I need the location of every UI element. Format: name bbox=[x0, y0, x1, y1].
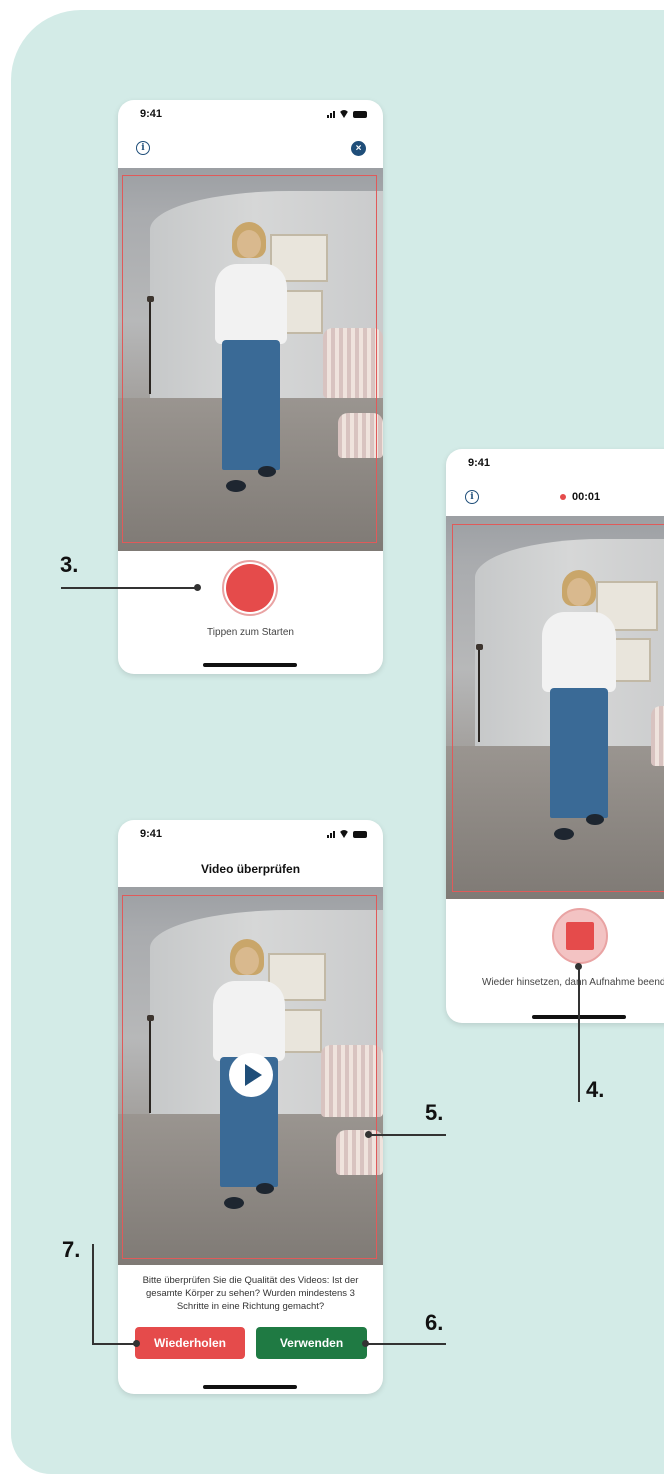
status-icons bbox=[327, 110, 367, 118]
play-button[interactable] bbox=[229, 1053, 273, 1097]
retry-button[interactable]: Wiederholen bbox=[135, 1327, 245, 1359]
video-preview[interactable] bbox=[118, 887, 383, 1265]
battery-icon bbox=[353, 830, 367, 838]
record-button-inner bbox=[226, 564, 274, 612]
callout-step-4: 4. bbox=[586, 1077, 605, 1102]
camera-preview bbox=[118, 168, 383, 551]
home-indicator bbox=[203, 663, 297, 667]
status-icons bbox=[327, 830, 367, 838]
framing-guide bbox=[122, 175, 377, 543]
callout-line-7-horizontal bbox=[92, 1343, 139, 1345]
status-bar: 9:41 bbox=[118, 820, 383, 850]
info-icon[interactable]: i bbox=[136, 141, 150, 155]
signal-icon bbox=[327, 830, 335, 838]
framing-guide bbox=[452, 524, 664, 892]
stop-caption: Wieder hinsetzen, dann Aufnahme beend bbox=[482, 977, 664, 988]
recording-dot-icon bbox=[560, 494, 566, 500]
callout-line-5 bbox=[369, 1134, 446, 1136]
use-button[interactable]: Verwenden bbox=[256, 1327, 367, 1359]
callout-dot-3 bbox=[194, 584, 201, 591]
review-prompt: Bitte überprüfen Sie die Qualität des Vi… bbox=[142, 1275, 359, 1312]
callout-step-5: 5. bbox=[425, 1100, 444, 1125]
info-icon[interactable]: i bbox=[465, 490, 479, 504]
callout-line-7-vertical bbox=[92, 1244, 94, 1344]
wifi-icon bbox=[339, 830, 349, 838]
stop-button[interactable] bbox=[552, 908, 608, 964]
record-button[interactable] bbox=[222, 560, 278, 616]
timer-text: 00:01 bbox=[572, 491, 601, 503]
callout-step-7: 7. bbox=[62, 1237, 81, 1262]
record-caption: Tippen zum Starten bbox=[207, 627, 294, 638]
battery-icon bbox=[353, 110, 367, 118]
phone-review-screen: 9:41 Video überprüfen Bitte überprüfen S… bbox=[118, 820, 383, 1394]
callout-line-4 bbox=[578, 966, 580, 1102]
close-icon[interactable]: × bbox=[351, 141, 366, 156]
camera-preview bbox=[446, 516, 664, 899]
recording-timer: 00:01 bbox=[560, 491, 600, 503]
play-icon bbox=[245, 1064, 262, 1086]
callout-dot-7 bbox=[133, 1340, 140, 1347]
phone-recording-screen: 9:41 i 00:01 Wieder hinsetzen, dann Aufn… bbox=[446, 449, 664, 1023]
callout-step-6: 6. bbox=[425, 1310, 444, 1335]
page-title: Video überprüfen bbox=[200, 862, 301, 876]
callout-dot-6 bbox=[362, 1340, 369, 1347]
callout-dot-5 bbox=[365, 1131, 372, 1138]
status-time: 9:41 bbox=[140, 828, 163, 840]
status-bar: 9:41 bbox=[118, 100, 383, 130]
wifi-icon bbox=[339, 110, 349, 118]
callout-line-3 bbox=[61, 587, 198, 589]
stop-button-inner bbox=[566, 922, 594, 950]
status-bar: 9:41 bbox=[446, 449, 664, 479]
status-time: 9:41 bbox=[140, 108, 163, 120]
callout-line-6 bbox=[366, 1343, 446, 1345]
callout-step-3: 3. bbox=[60, 552, 79, 577]
status-time: 9:41 bbox=[468, 457, 491, 469]
signal-icon bbox=[327, 110, 335, 118]
home-indicator bbox=[203, 1385, 297, 1389]
